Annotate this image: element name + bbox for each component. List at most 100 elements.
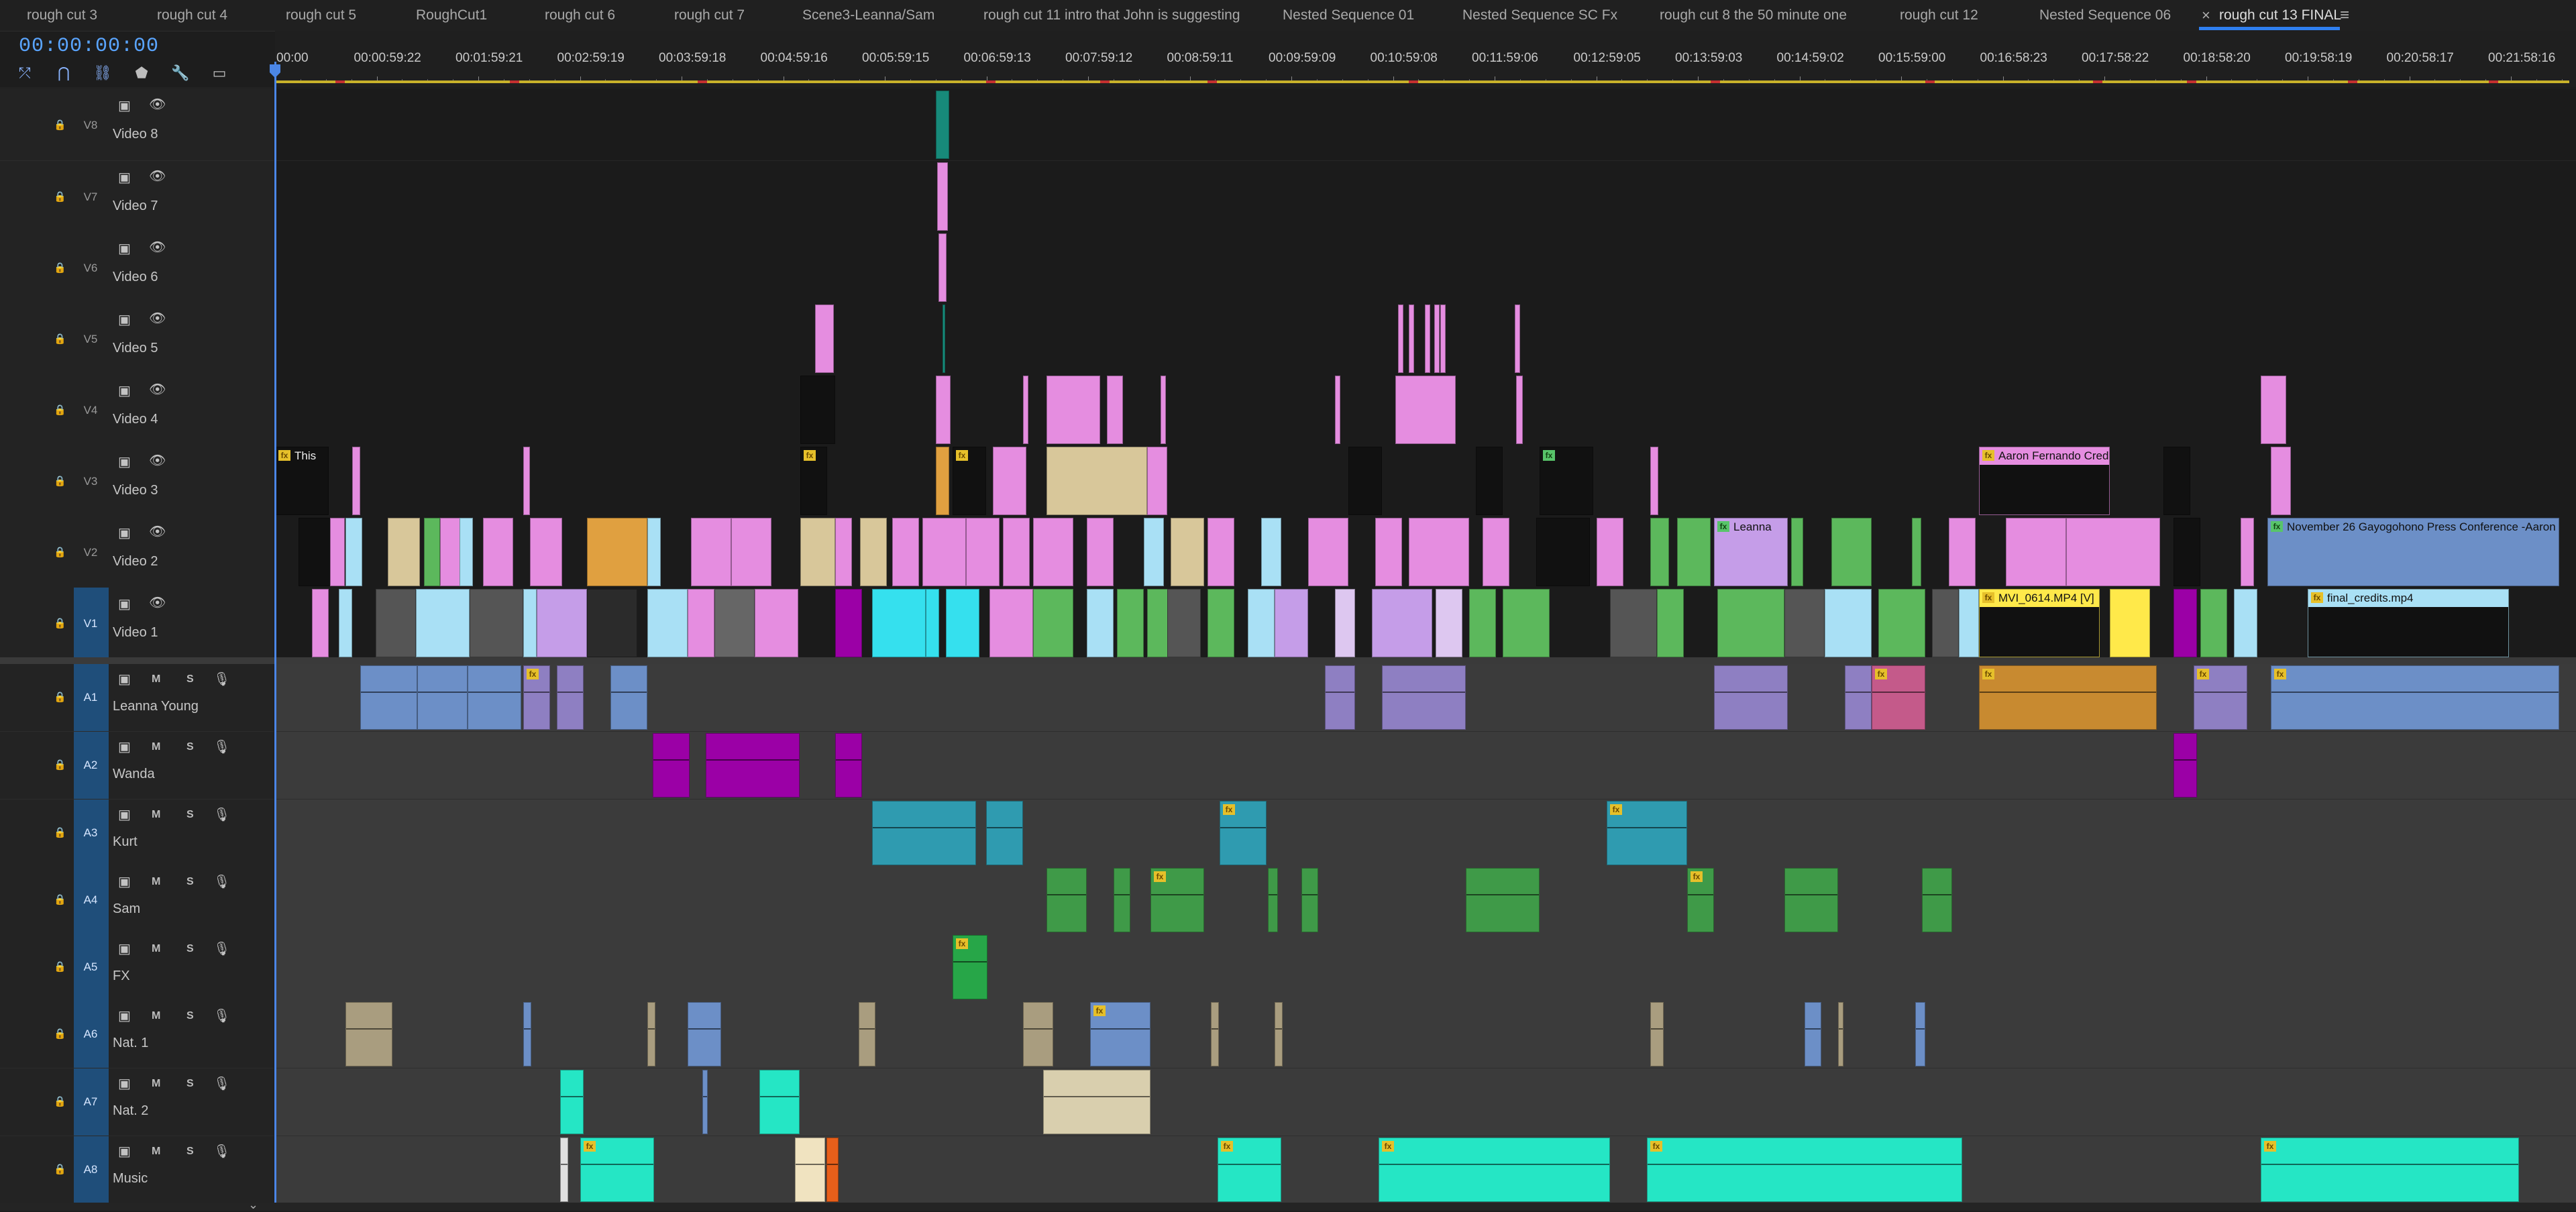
solo-button[interactable]: S xyxy=(186,943,194,955)
lock-icon[interactable]: 🔒 xyxy=(54,1095,66,1107)
lock-icon[interactable]: 🔒 xyxy=(54,826,66,838)
clip-fx-audio[interactable]: fx xyxy=(953,935,987,999)
solo-button[interactable]: S xyxy=(186,673,194,685)
timeline-clip[interactable] xyxy=(1033,518,1073,586)
lane-a3[interactable] xyxy=(275,800,2576,867)
timeline-clip[interactable] xyxy=(416,589,470,657)
timeline-clip[interactable] xyxy=(1784,589,1825,657)
timeline-clip[interactable]: fx xyxy=(800,447,827,515)
toggle-sync-lock-icon[interactable]: ▣ xyxy=(118,525,131,541)
toggle-sync-lock-icon[interactable]: ▣ xyxy=(118,940,131,957)
toggle-sync-lock-icon[interactable]: ▣ xyxy=(118,97,131,114)
timeline-clip[interactable] xyxy=(1208,518,1234,586)
timeline-clip[interactable] xyxy=(1650,447,1658,515)
timeline-clip[interactable] xyxy=(360,665,417,730)
lock-icon[interactable]: 🔒 xyxy=(54,960,66,973)
timeline-clip[interactable]: fx xyxy=(580,1138,654,1202)
timeline-clip[interactable] xyxy=(691,518,731,586)
lock-icon[interactable]: 🔒 xyxy=(54,404,66,416)
timeline-clip[interactable] xyxy=(872,589,926,657)
tab-rough-cut-5[interactable]: rough cut 5 xyxy=(286,0,356,31)
tab-nested-sequence-01[interactable]: Nested Sequence 01 xyxy=(1283,0,1414,31)
timeline-clip[interactable] xyxy=(560,1070,584,1134)
timeline-clip[interactable] xyxy=(1922,868,1952,932)
mute-button[interactable]: M xyxy=(152,876,160,888)
lock-icon[interactable]: 🔒 xyxy=(54,759,66,771)
timeline-clip[interactable] xyxy=(966,518,1000,586)
timeline-clip[interactable] xyxy=(2174,518,2200,586)
timeline-clip[interactable] xyxy=(1117,589,1144,657)
track-header-a5[interactable]: 🔒 A5 ▣ M S 🎙 FX xyxy=(0,934,274,1001)
timeline-clip[interactable] xyxy=(1107,376,1123,444)
toggle-sync-lock-icon[interactable]: ▣ xyxy=(118,873,131,890)
timeline-clip[interactable] xyxy=(523,589,537,657)
lane-a2[interactable] xyxy=(275,732,2576,800)
lane-a6[interactable] xyxy=(275,1001,2576,1068)
timeline-clip[interactable] xyxy=(731,518,771,586)
toggle-sync-lock-icon[interactable]: ▣ xyxy=(118,671,131,687)
timeline-clip[interactable] xyxy=(1791,518,1803,586)
toggle-sync-lock-icon[interactable]: ▣ xyxy=(118,1075,131,1092)
lock-icon[interactable]: 🔒 xyxy=(54,1163,66,1175)
timeline-clip[interactable] xyxy=(1372,589,1432,657)
track-header-v1[interactable]: 🔒 V1 ▣ 👁 Video 1 xyxy=(0,588,274,659)
timeline-clip[interactable] xyxy=(1483,518,1509,586)
mute-button[interactable]: M xyxy=(152,741,160,753)
lock-icon[interactable]: 🔒 xyxy=(54,546,66,558)
timeline-clip[interactable] xyxy=(938,233,947,302)
timeline-clip[interactable] xyxy=(2241,518,2254,586)
track-header-v8[interactable]: 🔒 V8 ▣ 👁 Video 8 xyxy=(0,89,274,161)
timeline-clip[interactable] xyxy=(860,518,887,586)
linked-selection-icon[interactable]: ⛓ xyxy=(91,62,114,85)
timeline-clip[interactable] xyxy=(1657,589,1684,657)
track-header-a8[interactable]: 🔒 A8 ▣ M S 🎙 Music xyxy=(0,1136,274,1204)
timeline-clip[interactable]: fx xyxy=(1218,1138,1281,1202)
tab-scene3-leanna-sam[interactable]: Scene3-Leanna/Sam xyxy=(802,0,934,31)
timeline-clip[interactable] xyxy=(1114,868,1130,932)
toggle-sync-lock-icon[interactable]: ▣ xyxy=(118,1007,131,1024)
video-audio-divider[interactable] xyxy=(0,657,2576,664)
timeline-clip[interactable] xyxy=(1434,305,1440,373)
timeline-clip[interactable]: fx xyxy=(2271,665,2559,730)
tab-rough-cut-7[interactable]: rough cut 7 xyxy=(674,0,745,31)
timeline-clip[interactable] xyxy=(1087,589,1114,657)
timeline-clip[interactable] xyxy=(2261,376,2286,444)
eye-icon[interactable]: 👁 xyxy=(149,96,166,113)
timeline-clip[interactable] xyxy=(826,1138,839,1202)
solo-button[interactable]: S xyxy=(186,1146,194,1158)
timeline-clip[interactable] xyxy=(417,665,468,730)
chevron-down-icon[interactable]: ⌄ xyxy=(248,1198,258,1212)
microphone-icon[interactable]: 🎙 xyxy=(213,1075,230,1092)
tab-rough-cut-8-the-50-minute-one[interactable]: rough cut 8 the 50 minute one xyxy=(1660,0,1847,31)
microphone-icon[interactable]: 🎙 xyxy=(213,738,230,755)
timeline-clip[interactable] xyxy=(2110,589,2150,657)
timeline-clip[interactable] xyxy=(1161,376,1166,444)
timeline-clip[interactable] xyxy=(523,447,530,515)
time-ruler[interactable]: 00:00 00:00:59:22 00:01:59:21 00:02:59:19 00… xyxy=(275,31,2576,87)
timeline-clip[interactable] xyxy=(1023,1002,1053,1066)
microphone-icon[interactable]: 🎙 xyxy=(213,1143,230,1160)
timeline-clip[interactable] xyxy=(1516,376,1523,444)
tab-nested-sequence-06[interactable]: Nested Sequence 06 xyxy=(2039,0,2171,31)
timeline-clip[interactable] xyxy=(1436,589,1462,657)
timeline-clip[interactable] xyxy=(376,589,416,657)
timeline-clip[interactable] xyxy=(1466,868,1540,932)
playhead-line[interactable] xyxy=(274,62,276,1211)
timeline-clip[interactable] xyxy=(2066,518,2160,586)
track-header-a3[interactable]: 🔒 A3 ▣ M S 🎙 Kurt xyxy=(0,800,274,867)
timeline-clip[interactable] xyxy=(1825,589,1872,657)
solo-button[interactable]: S xyxy=(186,741,194,753)
timeline-clip[interactable] xyxy=(936,447,949,515)
track-header-v5[interactable]: 🔒 V5 ▣ 👁 Video 5 xyxy=(0,303,274,375)
track-header-v3[interactable]: 🔒 V3 ▣ 👁 Video 3 xyxy=(0,445,274,517)
timeline-clip[interactable]: fx xyxy=(1687,868,1714,932)
toggle-sync-lock-icon[interactable]: ▣ xyxy=(118,311,131,328)
timeline-clip[interactable] xyxy=(815,305,834,373)
mute-button[interactable]: M xyxy=(152,943,160,955)
timeline-clip[interactable] xyxy=(460,518,473,586)
timeline-clip[interactable] xyxy=(1650,1002,1664,1066)
toggle-sync-lock-icon[interactable]: ▣ xyxy=(118,240,131,257)
tab-rough-cut-6[interactable]: rough cut 6 xyxy=(545,0,615,31)
lock-icon[interactable]: 🔒 xyxy=(54,1028,66,1040)
clip-final-credits[interactable]: fx final_credits.mp4 xyxy=(2308,589,2509,657)
